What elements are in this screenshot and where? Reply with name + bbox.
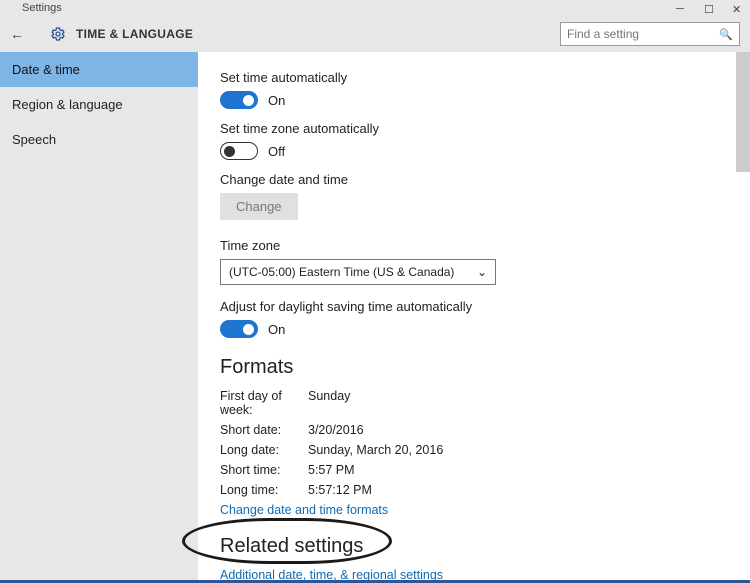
additional-settings-link[interactable]: Additional date, time, & regional settin… [220, 568, 728, 580]
close-button[interactable]: ✕ [732, 3, 742, 13]
window-title: Settings [22, 2, 62, 14]
short-time-key: Short time: [220, 463, 308, 477]
long-date-val: Sunday, March 20, 2016 [308, 443, 443, 457]
set-tz-auto-label: Set time zone automatically [220, 121, 728, 136]
search-input[interactable] [567, 27, 707, 41]
short-date-val: 3/20/2016 [308, 423, 364, 437]
maximize-button[interactable]: ☐ [704, 3, 714, 13]
titlebar: Settings ─ ☐ ✕ [0, 0, 750, 16]
search-icon: 🔍 [719, 28, 733, 41]
sidebar-item-date-time[interactable]: Date & time [0, 52, 198, 87]
timezone-select[interactable]: (UTC-05:00) Eastern Time (US & Canada) ⌄ [220, 259, 496, 285]
gear-icon [50, 26, 66, 42]
change-button: Change [220, 193, 298, 220]
change-datetime-label: Change date and time [220, 172, 728, 187]
header: ← TIME & LANGUAGE 🔍 [0, 16, 750, 52]
search-box[interactable]: 🔍 [560, 22, 740, 46]
long-time-val: 5:57:12 PM [308, 483, 372, 497]
first-day-val: Sunday [308, 389, 350, 417]
change-formats-link[interactable]: Change date and time formats [220, 503, 728, 517]
set-tz-auto-toggle[interactable] [220, 142, 258, 160]
dst-label: Adjust for daylight saving time automati… [220, 299, 728, 314]
scrollbar-thumb[interactable] [736, 52, 750, 172]
timezone-value: (UTC-05:00) Eastern Time (US & Canada) [229, 265, 454, 279]
dst-toggle[interactable] [220, 320, 258, 338]
long-date-key: Long date: [220, 443, 308, 457]
formats-heading: Formats [220, 356, 728, 379]
set-time-auto-toggle[interactable] [220, 91, 258, 109]
chevron-down-icon: ⌄ [477, 265, 487, 279]
set-time-auto-state: On [268, 93, 285, 108]
short-time-val: 5:57 PM [308, 463, 355, 477]
minimize-button[interactable]: ─ [676, 3, 686, 13]
long-time-key: Long time: [220, 483, 308, 497]
content-panel: Set time automatically On Set time zone … [198, 52, 750, 580]
set-tz-auto-state: Off [268, 144, 285, 159]
first-day-key: First day of week: [220, 389, 308, 417]
back-arrow-icon[interactable]: ← [10, 26, 24, 42]
app-title: TIME & LANGUAGE [76, 27, 193, 41]
dst-state: On [268, 322, 285, 337]
sidebar-item-speech[interactable]: Speech [0, 122, 198, 157]
related-heading: Related settings [220, 535, 728, 558]
set-time-auto-label: Set time automatically [220, 70, 728, 85]
timezone-label: Time zone [220, 238, 728, 253]
sidebar-item-region-language[interactable]: Region & language [0, 87, 198, 122]
short-date-key: Short date: [220, 423, 308, 437]
sidebar: Date & time Region & language Speech [0, 52, 198, 580]
